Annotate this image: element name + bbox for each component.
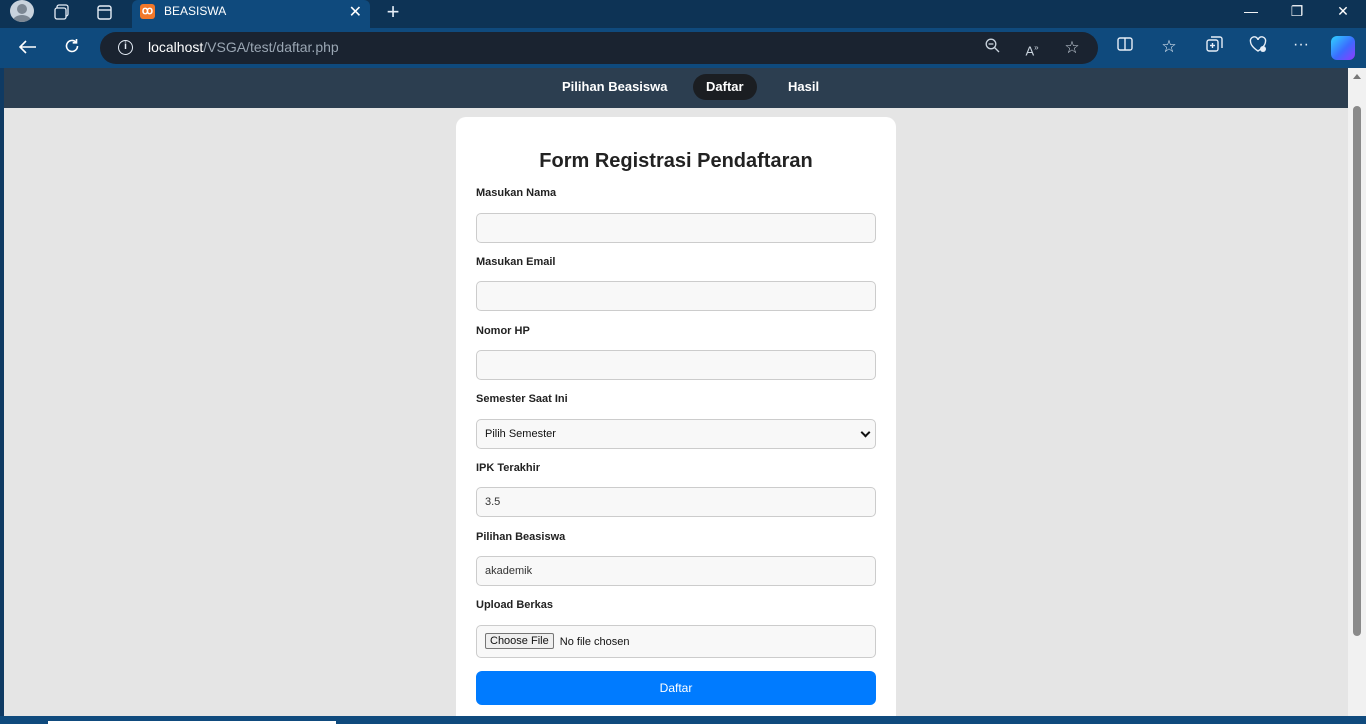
ipk-label: IPK Terakhir xyxy=(476,462,540,474)
daftar-submit-button[interactable]: Daftar xyxy=(476,671,876,705)
favorite-star-icon[interactable]: ☆ xyxy=(1062,38,1082,58)
chevron-down-icon xyxy=(860,427,871,438)
file-status-text: No file chosen xyxy=(559,636,630,648)
back-arrow-icon[interactable] xyxy=(14,34,42,62)
hp-input[interactable] xyxy=(476,350,876,380)
email-input[interactable] xyxy=(476,281,876,311)
scroll-thumb[interactable] xyxy=(1353,106,1361,636)
email-label: Masukan Email xyxy=(476,256,556,268)
browser-essentials-icon[interactable] xyxy=(1247,36,1269,58)
semester-label: Semester Saat Ini xyxy=(476,393,568,405)
site-info-icon[interactable]: i xyxy=(118,40,133,55)
scroll-up-arrow-icon[interactable] xyxy=(1353,74,1361,79)
tab-close-icon[interactable]: ✕ xyxy=(349,2,362,22)
browser-titlebar: ꝏ BEASISWA ✕ + — ❐ ✕ xyxy=(0,0,1366,28)
page-scrollbar[interactable] xyxy=(1348,68,1366,716)
copilot-icon[interactable] xyxy=(1331,36,1355,60)
collections-icon[interactable] xyxy=(1203,36,1225,58)
profile-avatar[interactable] xyxy=(10,0,34,22)
ipk-input[interactable]: 3.5 xyxy=(476,487,876,517)
tab-title: BEASISWA xyxy=(164,4,227,18)
address-url[interactable]: localhost/VSGA/test/daftar.php xyxy=(148,39,339,55)
nav-link-pilihan-beasiswa[interactable]: Pilihan Beasiswa xyxy=(549,74,681,100)
page-viewport: Pilihan Beasiswa Daftar Hasil Form Regis… xyxy=(4,68,1348,716)
choose-file-button[interactable]: Choose File xyxy=(485,633,554,649)
nav-link-daftar[interactable]: Daftar xyxy=(693,74,757,100)
semester-select[interactable]: Pilih Semester xyxy=(476,419,876,449)
site-navbar: Pilihan Beasiswa Daftar Hasil xyxy=(4,68,1348,108)
berkas-file-input[interactable]: Choose File No file chosen xyxy=(476,625,876,658)
nav-link-hasil[interactable]: Hasil xyxy=(775,74,832,100)
beasiswa-input[interactable]: akademik xyxy=(476,556,876,586)
restore-icon[interactable]: ❐ xyxy=(1274,0,1320,24)
beasiswa-label: Pilihan Beasiswa xyxy=(476,531,566,543)
xampp-favicon-icon: ꝏ xyxy=(140,4,155,19)
nama-input[interactable] xyxy=(476,213,876,243)
form-title: Form Registrasi Pendaftaran xyxy=(539,150,813,172)
more-options-icon[interactable]: ··· xyxy=(1290,34,1312,56)
browser-toolbar: i localhost/VSGA/test/daftar.php A» ☆ ☆ … xyxy=(0,28,1366,68)
nama-label: Masukan Nama xyxy=(476,187,557,199)
minimize-icon[interactable]: — xyxy=(1228,0,1274,24)
hp-label: Nomor HP xyxy=(476,325,530,337)
favorites-icon[interactable]: ☆ xyxy=(1158,36,1180,58)
zoom-icon[interactable] xyxy=(982,38,1002,58)
split-screen-icon[interactable] xyxy=(1114,36,1136,58)
read-aloud-icon[interactable]: A» xyxy=(1022,38,1042,58)
workspaces-icon[interactable] xyxy=(52,0,72,24)
semester-selected-value: Pilih Semester xyxy=(485,428,556,440)
tab-actions-icon[interactable] xyxy=(94,0,114,24)
registration-form-card: Form Registrasi Pendaftaran Masukan Nama… xyxy=(456,117,896,716)
address-bar[interactable]: i localhost/VSGA/test/daftar.php A» ☆ xyxy=(100,32,1098,64)
refresh-icon[interactable] xyxy=(58,34,86,62)
berkas-label: Upload Berkas xyxy=(476,599,554,611)
close-window-icon[interactable]: ✕ xyxy=(1320,0,1366,24)
new-tab-icon[interactable]: + xyxy=(382,0,404,24)
browser-tab-beasiswa[interactable]: ꝏ BEASISWA ✕ xyxy=(132,0,370,28)
